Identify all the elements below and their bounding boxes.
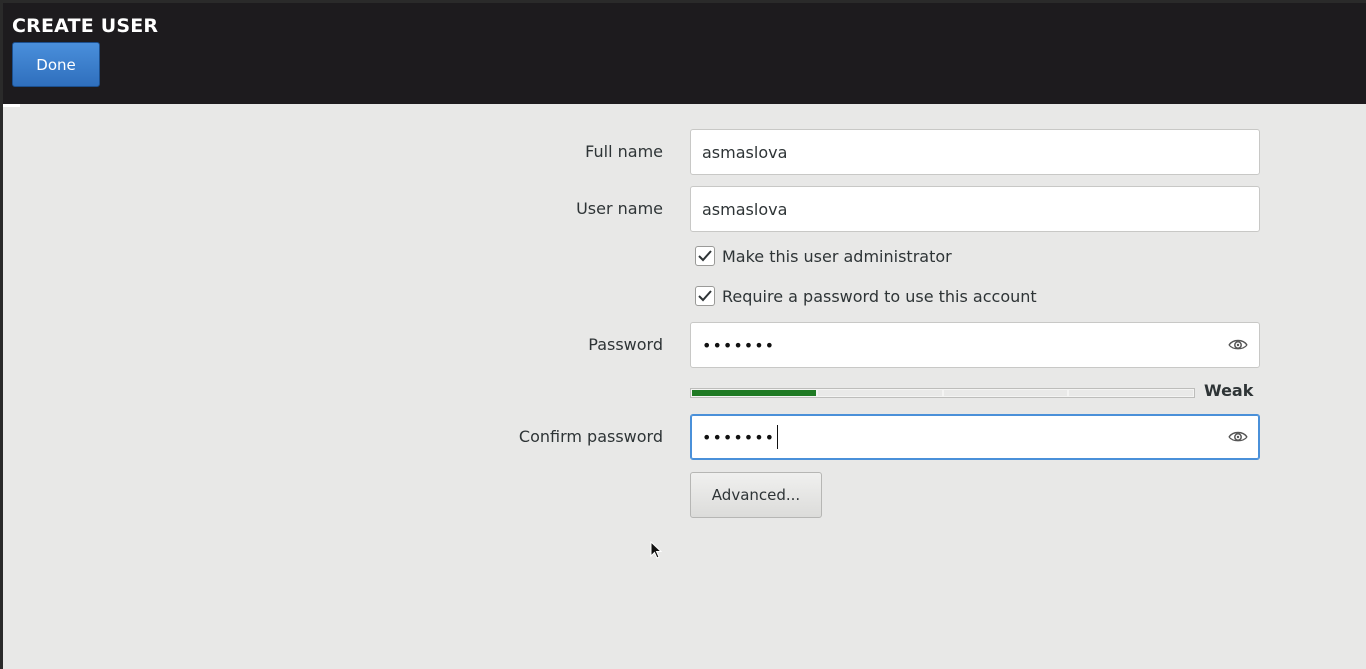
- strength-segment: [1069, 390, 1193, 396]
- eye-icon[interactable]: [1227, 336, 1249, 354]
- full-name-value: asmaslova: [702, 142, 788, 162]
- checkmark-icon: [698, 290, 712, 302]
- confirm-password-masked-value: •••••••: [702, 427, 776, 447]
- advanced-button[interactable]: Advanced...: [690, 472, 822, 518]
- password-field[interactable]: •••••••: [690, 322, 1260, 368]
- admin-checkbox-label: Make this user administrator: [722, 246, 952, 266]
- user-name-value: asmaslova: [702, 199, 788, 219]
- full-name-label: Full name: [585, 142, 663, 161]
- require-password-label: Require a password to use this account: [722, 286, 1037, 306]
- password-masked-value: •••••••: [702, 335, 776, 355]
- admin-checkbox-row[interactable]: Make this user administrator: [695, 246, 952, 266]
- user-name-label: User name: [576, 199, 663, 218]
- confirm-password-field[interactable]: •••••••: [690, 414, 1260, 460]
- header-bar: CREATE USER Done: [3, 3, 1366, 104]
- text-caret: [777, 425, 779, 449]
- user-name-field[interactable]: asmaslova: [690, 186, 1260, 232]
- strength-segment: [943, 390, 1068, 396]
- require-password-row[interactable]: Require a password to use this account: [695, 286, 1037, 306]
- full-name-field[interactable]: asmaslova: [690, 129, 1260, 175]
- page-title: CREATE USER: [12, 15, 159, 37]
- password-strength-meter: [690, 388, 1195, 398]
- password-label: Password: [588, 335, 663, 354]
- header-divider: [3, 104, 20, 107]
- strength-segment: [692, 390, 816, 396]
- checkmark-icon: [698, 250, 712, 262]
- admin-checkbox[interactable]: [695, 246, 715, 266]
- create-user-window: CREATE USER Done Full name asmaslova Use…: [3, 3, 1366, 669]
- done-button[interactable]: Done: [12, 42, 100, 87]
- strength-segment: [817, 390, 942, 396]
- require-password-checkbox[interactable]: [695, 286, 715, 306]
- confirm-password-label: Confirm password: [518, 427, 663, 446]
- mouse-pointer-icon: [650, 541, 663, 559]
- strength-label: Weak: [1204, 381, 1254, 400]
- eye-icon[interactable]: [1227, 428, 1249, 446]
